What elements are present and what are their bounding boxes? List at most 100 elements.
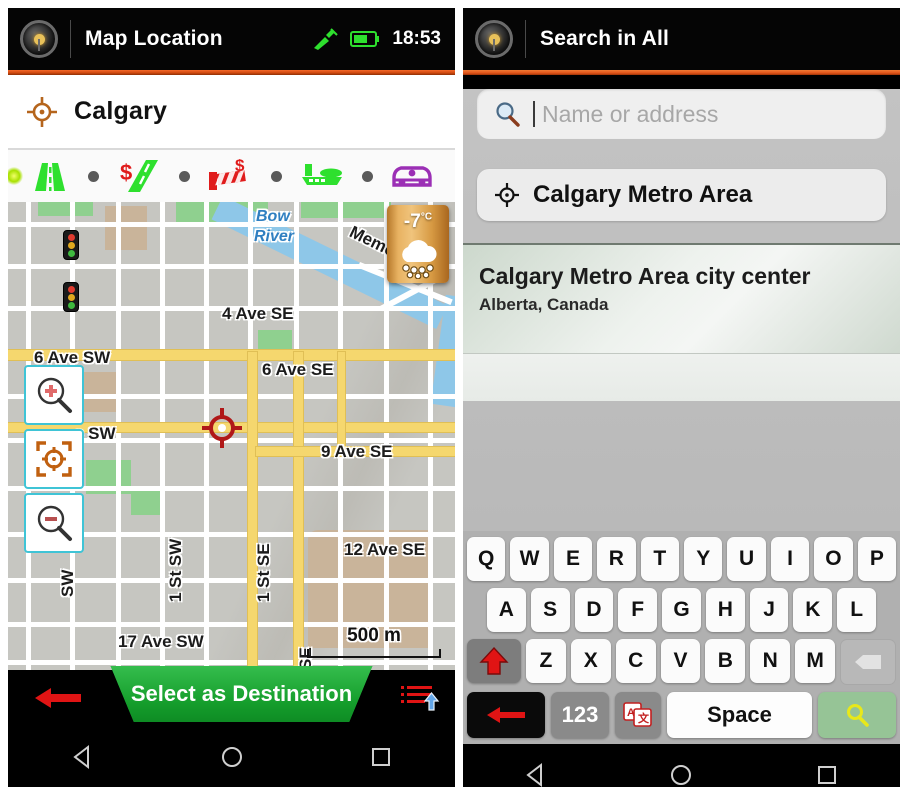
route-pref-carpool[interactable] (390, 161, 434, 191)
route-preference-bar: $ $ (8, 150, 455, 202)
nav-home-button[interactable] (202, 737, 262, 777)
search-area-chip[interactable]: Calgary Metro Area (477, 169, 886, 221)
key-r[interactable]: R (597, 537, 636, 581)
key-o[interactable]: O (814, 537, 853, 581)
crosshair-target-icon (495, 183, 519, 207)
key-k[interactable]: K (793, 588, 833, 632)
search-body: Name or address Calgary Metro Area Calga… (463, 89, 900, 744)
nav-recents-button[interactable] (351, 737, 411, 777)
key-j[interactable]: J (749, 588, 789, 632)
nav-back-button[interactable] (53, 737, 113, 777)
map-scale: 500 m (307, 625, 441, 658)
period-charge-icon: $ (209, 159, 247, 190)
zoom-in-button[interactable] (24, 365, 84, 425)
text-caret (533, 101, 535, 127)
search-page-title: Search in All (540, 27, 670, 50)
map-road (160, 202, 165, 670)
key-t[interactable]: T (640, 537, 679, 581)
map-landuse (105, 206, 147, 250)
map-canvas[interactable]: Bow River Memo 4 Ave SE 6 Ave SW 6 Ave S… (8, 202, 455, 670)
nav-recents-square-icon (818, 766, 837, 784)
search-result-placeholder-row (463, 353, 900, 401)
map-label: 1 St SW (166, 538, 185, 602)
key-search-go[interactable] (818, 692, 896, 738)
key-h[interactable]: H (705, 588, 745, 632)
app-logo (8, 20, 70, 58)
titlebar-divider (70, 20, 71, 58)
weather-widget[interactable]: -7°C (387, 205, 449, 283)
key-p[interactable]: P (857, 537, 897, 581)
key-c[interactable]: C (615, 639, 656, 683)
key-u[interactable]: U (727, 537, 766, 581)
key-m[interactable]: M (795, 639, 836, 683)
magnifier-minus-icon (37, 505, 72, 541)
key-i[interactable]: I (770, 537, 810, 581)
key-x[interactable]: X (570, 639, 611, 683)
route-pref-ferry[interactable] (299, 160, 345, 192)
key-d[interactable]: D (574, 588, 614, 632)
nav-back-button[interactable] (506, 755, 566, 787)
search-input[interactable]: Name or address (477, 89, 886, 139)
route-pref-period-charge[interactable]: $ (207, 159, 253, 193)
select-as-destination-button[interactable]: Select as Destination (110, 666, 373, 722)
language-switch-icon: A 文 (623, 702, 652, 727)
map-label: 12 Ave SE (344, 540, 425, 559)
map-scale-label: 500 m (347, 625, 401, 646)
nav-recents-button[interactable] (797, 755, 857, 787)
key-e[interactable]: E (553, 537, 593, 581)
key-numeric-mode[interactable]: 123 (551, 692, 609, 738)
key-s[interactable]: S (530, 588, 570, 632)
toll-road-icon: $ (120, 160, 159, 192)
pref-separator-dot-4 (362, 170, 374, 182)
key-n[interactable]: N (750, 639, 791, 683)
nav-back-triangle-icon (526, 762, 542, 787)
key-f[interactable]: F (618, 588, 658, 632)
select-as-destination-label: Select as Destination (130, 681, 353, 706)
shift-up-arrow-icon (479, 646, 509, 675)
search-result-item[interactable]: Calgary Metro Area city center Alberta, … (463, 243, 900, 353)
keyboard-back-button[interactable] (467, 692, 545, 738)
key-y[interactable]: Y (684, 537, 723, 581)
keyboard-row-3: Z X C V B N M (467, 639, 897, 685)
steering-wheel-icon (475, 20, 513, 58)
steering-wheel-icon (20, 20, 58, 58)
back-button[interactable] (8, 683, 108, 713)
zoom-out-button[interactable] (24, 493, 84, 553)
map-highway (248, 352, 257, 670)
key-z[interactable]: Z (526, 639, 566, 683)
nav-recents-square-icon (371, 748, 390, 766)
weather-temperature: -7°C (404, 211, 432, 233)
route-pref-highway[interactable] (8, 159, 71, 193)
key-w[interactable]: W (510, 537, 549, 581)
map-label: 17 Ave SW (118, 632, 204, 651)
map-label: 6 Ave SE (262, 360, 334, 379)
key-b[interactable]: B (705, 639, 746, 683)
key-g[interactable]: G (662, 588, 701, 632)
nav-home-button[interactable] (651, 755, 711, 787)
route-options-button[interactable] (391, 682, 449, 714)
center-map-button[interactable] (24, 429, 84, 489)
app-logo-right (463, 20, 525, 58)
map-scale-bar (307, 649, 441, 658)
search-icon (847, 704, 869, 727)
backspace-icon (855, 655, 882, 669)
highway-icon (34, 163, 65, 191)
key-language-switch[interactable]: A 文 (615, 692, 661, 738)
key-backspace[interactable] (840, 639, 897, 685)
search-icon (496, 102, 520, 127)
key-a[interactable]: A (486, 588, 526, 632)
location-header[interactable]: Calgary (8, 75, 455, 150)
key-shift[interactable] (467, 639, 521, 683)
crosshair-frame-icon (36, 441, 72, 477)
key-l[interactable]: L (837, 588, 877, 632)
key-q[interactable]: Q (466, 537, 506, 581)
temperature-unit: °C (420, 211, 433, 223)
route-pref-toll-road[interactable]: $ (116, 158, 162, 194)
left-phone-panel: Map Location 18:53 Calgary $ $ Bow River… (8, 8, 455, 787)
key-space[interactable]: Space (667, 692, 812, 738)
key-v[interactable]: V (660, 639, 701, 683)
map-label: SW (58, 569, 77, 597)
map-label: 1 St SE (254, 543, 273, 602)
back-arrow-icon (487, 707, 525, 723)
keyboard-row-2: A S D F G H J K L (467, 588, 896, 632)
